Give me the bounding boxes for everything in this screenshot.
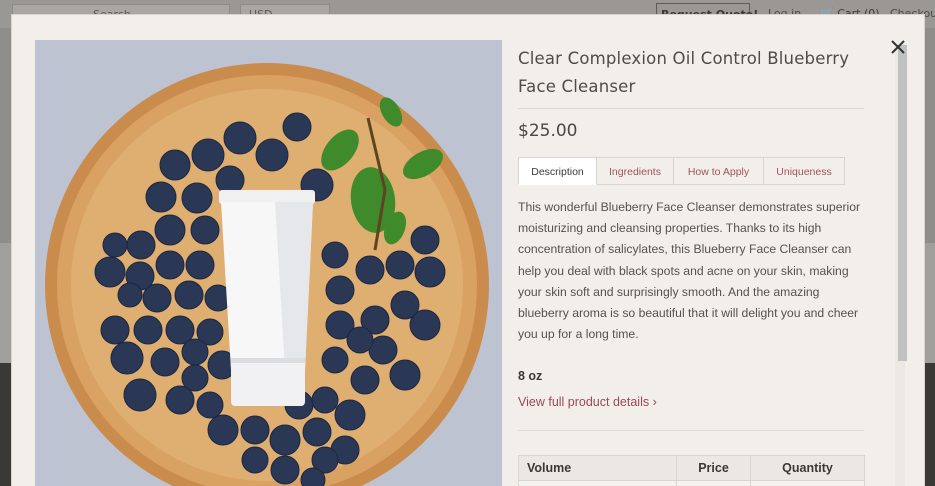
column-volume: Volume [518, 455, 677, 481]
product-quick-view-modal: Clear Complexion Oil Control Blueberry F… [11, 14, 925, 486]
table-cell[interactable] [750, 480, 865, 486]
table-cell [676, 480, 751, 486]
variant-table: Volume Price Quantity [518, 455, 865, 486]
tab-how-to-apply[interactable]: How to Apply [674, 157, 764, 185]
tab-uniqueness[interactable]: Uniqueness [764, 157, 845, 185]
close-icon [891, 40, 905, 54]
column-quantity: Quantity [750, 455, 865, 481]
table-row [518, 480, 865, 486]
title-divider [518, 108, 864, 109]
product-size: 8 oz [518, 369, 543, 383]
scrollbar-thumb[interactable] [898, 45, 907, 361]
table-cell [518, 480, 677, 486]
tab-description[interactable]: Description [518, 157, 597, 185]
column-price: Price [676, 455, 751, 481]
view-full-details-link[interactable]: View full product details › [518, 395, 657, 409]
product-price: $25.00 [518, 121, 578, 141]
tab-ingredients[interactable]: Ingredients [597, 157, 674, 185]
product-title: Clear Complexion Oil Control Blueberry F… [518, 49, 850, 96]
product-description: This wonderful Blueberry Face Cleanser d… [518, 200, 861, 342]
close-button[interactable] [888, 37, 908, 57]
cream-tube [219, 190, 315, 406]
product-image [35, 40, 502, 486]
details-divider [518, 430, 864, 431]
product-tabs: Description Ingredients How to Apply Uni… [518, 157, 845, 185]
